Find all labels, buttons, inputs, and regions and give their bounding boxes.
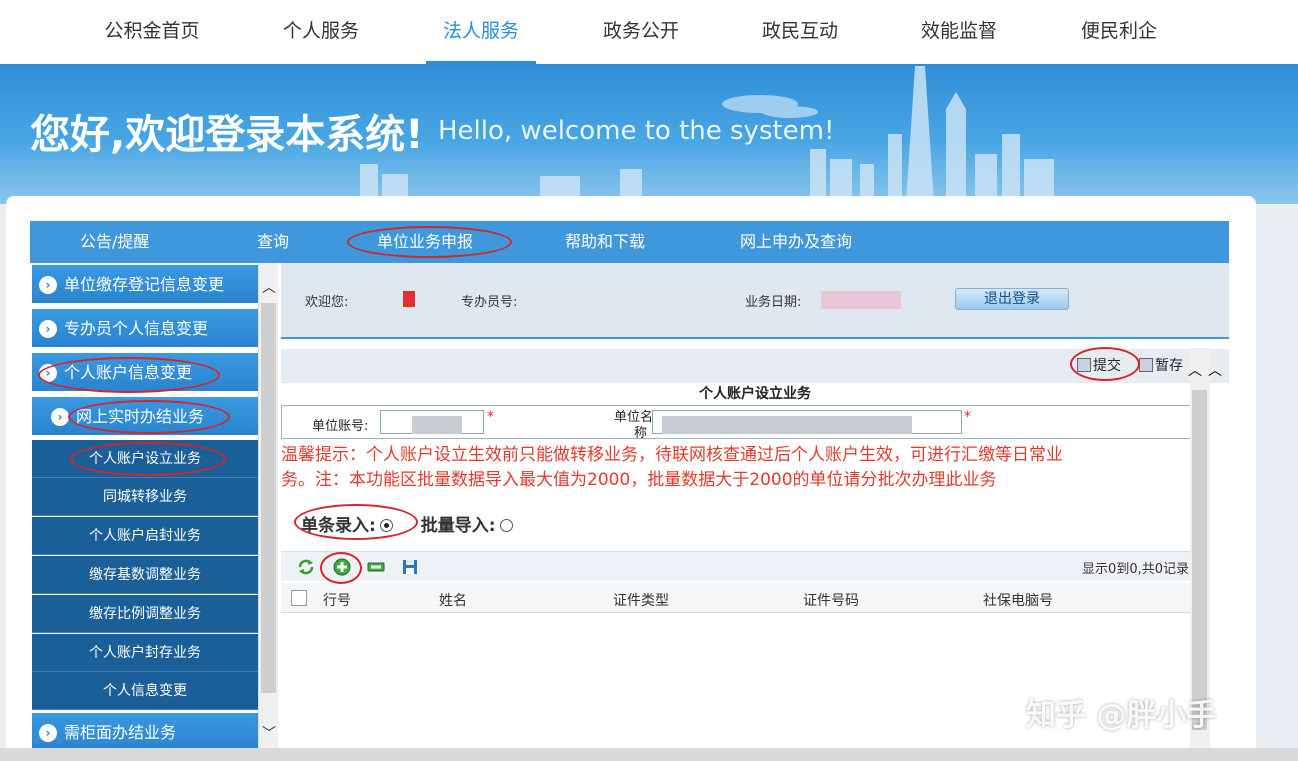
save-icon [1139, 358, 1153, 372]
sidebar-item-label: 专办员个人信息变更 [64, 319, 209, 338]
nav-government-affairs[interactable]: 政务公开 [586, 0, 696, 64]
user-info-bar: 欢迎您: 专办员号: 业务日期: 退出登录 [281, 263, 1229, 339]
add-row-icon[interactable] [333, 558, 351, 576]
sidebar-item-label: 单位缴存登记信息变更 [64, 275, 225, 294]
sidebar: › 单位缴存登记信息变更 › 专办员个人信息变更 › 个人账户信息变更 › 网上实时办结… [30, 263, 278, 748]
sidebar-item-unit-registration-change[interactable]: › 单位缴存登记信息变更 [32, 265, 258, 305]
sidebar-item-base-adjust[interactable]: 缴存基数调整业务 [32, 556, 258, 594]
agent-number-label: 专办员号: [461, 295, 518, 310]
column-id-type[interactable]: 证件类型 [613, 590, 669, 610]
nav-public-interaction[interactable]: 政民互动 [745, 0, 855, 64]
arrow-bullet-icon: › [51, 408, 69, 426]
single-entry-radio[interactable] [379, 519, 393, 532]
submit-button[interactable]: 提交 [1077, 355, 1121, 375]
business-date-label: 业务日期: [745, 295, 802, 310]
content-area: 欢迎您: 专办员号: 业务日期: 退出登录 提交 暂存 个人账户设立业务 单位账… [281, 263, 1229, 748]
welcome-banner: 您好,欢迎登录本系统! Hello, welcome to the system… [0, 64, 1298, 204]
menu-notice[interactable]: 公告/提醒 [80, 221, 149, 263]
chevron-up-icon[interactable]: ︿ [1208, 360, 1222, 380]
sidebar-item-ratio-adjust[interactable]: 缴存比例调整业务 [32, 595, 258, 633]
nav-corporate-service[interactable]: 法人服务 [426, 0, 536, 64]
redacted-unit-account [412, 416, 462, 434]
refresh-icon[interactable] [297, 558, 315, 576]
warm-tips: 温馨提示：个人账户设立生效前只能做转移业务，待联网核查通过后个人账户生效，可进行… [281, 443, 1191, 493]
sidebar-item-label: 网上实时办结业务 [76, 407, 205, 426]
arrow-bullet-icon: › [39, 320, 57, 338]
form-toolbar: 提交 暂存 [281, 349, 1229, 383]
sidebar-item-account-opening[interactable]: 个人账户设立业务 [32, 440, 258, 478]
arrow-bullet-icon: › [39, 724, 57, 742]
sidebar-item-counter-business[interactable]: › 需柜面办结业务 [32, 713, 258, 748]
top-navigation: 公积金首页 个人服务 法人服务 政务公开 政民互动 效能监督 便民利企 [0, 0, 1298, 64]
menu-online-application[interactable]: 网上申办及查询 [740, 221, 852, 263]
scrollbar-thumb[interactable] [1192, 390, 1207, 730]
nav-convenience[interactable]: 便民利企 [1064, 0, 1174, 64]
sidebar-item-personal-info-change[interactable]: 个人信息变更 [32, 672, 258, 710]
menu-unit-business-declaration[interactable]: 单位业务申报 [377, 221, 473, 263]
content-scrollbar[interactable] [1190, 348, 1210, 748]
redacted-name [403, 291, 415, 307]
sidebar-item-label: 需柜面办结业务 [64, 723, 177, 742]
menu-help-download[interactable]: 帮助和下载 [565, 221, 645, 263]
remove-row-icon[interactable] [367, 558, 385, 576]
batch-import-option[interactable]: 批量导入: [421, 516, 513, 536]
required-mark: * [487, 409, 494, 425]
record-count: 显示0到0,共0记录 [1082, 562, 1189, 577]
scrollbar-thumb[interactable] [261, 303, 276, 693]
submit-label: 提交 [1093, 358, 1121, 374]
form-title: 个人账户设立业务 [699, 386, 811, 402]
redacted-unit-name [662, 416, 912, 434]
unit-account-label: 单位账号: [312, 419, 369, 434]
save-label: 暂存 [1155, 358, 1183, 374]
batch-import-label: 批量导入: [420, 516, 496, 536]
arrow-bullet-icon: › [39, 364, 57, 382]
chevron-up-icon[interactable]: ︿ [262, 277, 276, 297]
column-row-number[interactable]: 行号 [323, 590, 351, 610]
single-entry-option[interactable]: 单条录入: [301, 516, 393, 536]
watermark: 知乎 @胖小手 [1026, 698, 1217, 733]
arrow-bullet-icon: › [39, 276, 57, 294]
city-skyline-image [360, 66, 1054, 204]
chevron-up-icon[interactable]: ︿ [1188, 360, 1202, 380]
required-mark: * [964, 409, 971, 425]
sidebar-item-label: 个人账户信息变更 [64, 363, 193, 382]
tips-line-2: 务。注：本功能区批量数据导入最大值为2000，批量数据大于2000的单位请分批次… [281, 470, 997, 490]
page-horizontal-scrollbar[interactable] [0, 748, 1298, 761]
redacted-date [821, 291, 901, 309]
select-all-checkbox[interactable] [291, 590, 307, 606]
submit-icon [1077, 358, 1091, 372]
logout-button[interactable]: 退出登录 [955, 288, 1069, 310]
unit-info-row: 单位账号: * 单位名 称 * [281, 405, 1191, 441]
grid-toolbar: 显示0到0,共0记录 [281, 551, 1191, 581]
entry-mode-selector: 单条录入: 批量导入: [301, 511, 513, 536]
sidebar-item-online-realtime-business[interactable]: › 网上实时办结业务 [32, 397, 258, 437]
sidebar-item-agent-info-change[interactable]: › 专办员个人信息变更 [32, 309, 258, 349]
batch-import-radio[interactable] [499, 519, 513, 532]
nav-home[interactable]: 公积金首页 [97, 0, 207, 64]
tips-line-1: 温馨提示：个人账户设立生效前只能做转移业务，待联网核查通过后个人账户生效，可进行… [281, 445, 1063, 465]
sidebar-item-account-seal[interactable]: 个人账户封存业务 [32, 634, 258, 672]
sidebar-item-account-unseal[interactable]: 个人账户启封业务 [32, 517, 258, 555]
column-name[interactable]: 姓名 [439, 590, 467, 610]
column-id-number[interactable]: 证件号码 [803, 590, 859, 610]
menu-query[interactable]: 查询 [257, 221, 289, 263]
save-icon[interactable] [401, 558, 419, 576]
save-draft-button[interactable]: 暂存 [1139, 355, 1183, 375]
sidebar-item-same-city-transfer[interactable]: 同城转移业务 [32, 478, 258, 516]
nav-personal-service[interactable]: 个人服务 [266, 0, 376, 64]
column-social-security-number[interactable]: 社保电脑号 [983, 590, 1053, 610]
sidebar-item-personal-account-change[interactable]: › 个人账户信息变更 [32, 353, 258, 393]
chevron-down-icon[interactable]: ﹀ [262, 723, 276, 743]
sidebar-scrollbar[interactable]: ︿ ﹀ [258, 263, 278, 748]
function-menu-bar: 公告/提醒 查询 单位业务申报 帮助和下载 网上申办及查询 [30, 221, 1229, 263]
single-entry-label: 单条录入: [301, 516, 376, 536]
grid-header: 行号 姓名 证件类型 证件号码 社保电脑号 [281, 583, 1191, 613]
nav-efficiency-supervision[interactable]: 效能监督 [904, 0, 1014, 64]
welcome-label: 欢迎您: [305, 295, 349, 310]
unit-name-label-cont: 称 [634, 426, 648, 441]
